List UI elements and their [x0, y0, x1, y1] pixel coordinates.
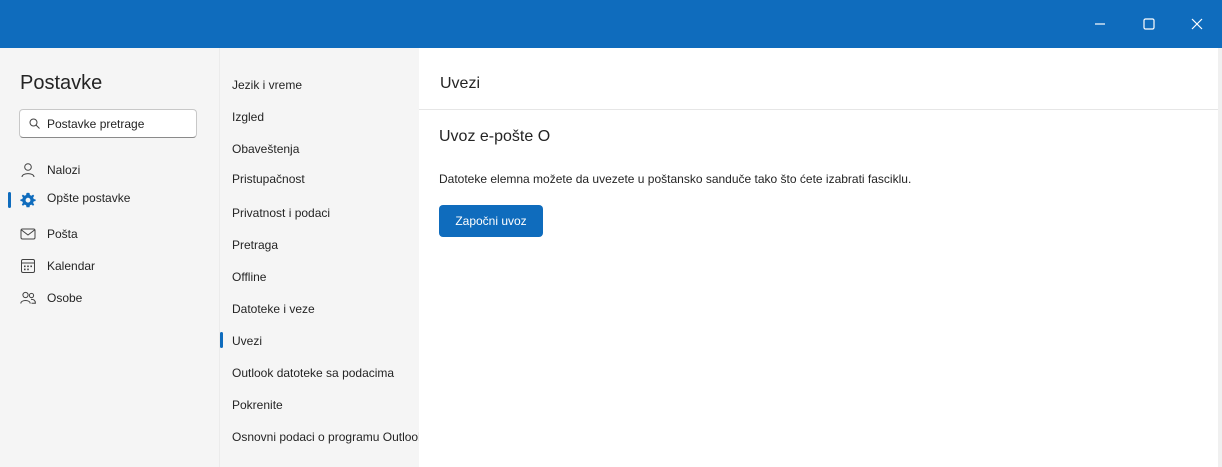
maximize-icon: [1143, 18, 1155, 30]
sidebar-item-label: Osobe: [47, 291, 83, 305]
section-title: Uvoz e-pošte O: [439, 128, 551, 145]
content-header: Uvezi: [419, 48, 1218, 110]
settings-content: Uvezi Uvoz e-pošte O Datoteke elemna mož…: [419, 48, 1218, 467]
sidebar-item-label: Opšte postavke: [47, 191, 131, 205]
subnav-item-search[interactable]: Pretraga: [220, 230, 420, 258]
sidebar-item-people[interactable]: Osobe: [0, 284, 219, 312]
subnav-item-label: Privatnost i podaci: [232, 206, 331, 220]
calendar-icon: [21, 259, 35, 273]
start-import-button[interactable]: Započni uvoz: [439, 205, 543, 237]
sidebar-item-accounts[interactable]: Nalozi: [0, 156, 219, 184]
sidebar-item-label: Pošta: [47, 227, 78, 241]
page-title: Uvezi: [440, 75, 481, 92]
subnav-item-label: Izgled: [232, 110, 265, 124]
subnav-item-language-time[interactable]: Jezik i vreme: [220, 70, 420, 98]
subnav-item-label: Outlook datoteke sa podacima: [232, 366, 395, 380]
subnav-item-label: Osnovni podaci o programu Outlook: [232, 430, 425, 444]
settings-sidebar: Postavke Nalozi Opšte postavke Pošta: [0, 48, 219, 467]
sidebar-item-label: Kalendar: [47, 259, 96, 273]
subnav-item-files-links[interactable]: Datoteke i veze: [220, 294, 420, 322]
search-icon: [29, 118, 40, 129]
subnav-item-accessibility[interactable]: Pristupačnost: [220, 164, 420, 192]
close-button[interactable]: [1185, 12, 1209, 36]
mail-icon: [20, 228, 36, 240]
subnav-item-label: Pretraga: [232, 238, 279, 252]
subnav-item-label: Datoteke i veze: [232, 302, 315, 316]
subnav-item-offline[interactable]: Offline: [220, 262, 420, 290]
subnav-item-data-files[interactable]: Outlook datoteke sa podacima: [220, 358, 420, 386]
subnav-item-notifications[interactable]: Obaveštenja: [220, 134, 420, 162]
window-edge: [1218, 48, 1222, 467]
search-input[interactable]: [47, 115, 192, 133]
person-icon: [21, 163, 35, 178]
subnav-item-startup[interactable]: Pokrenite: [220, 390, 420, 418]
subnav-item-import[interactable]: Uvezi: [220, 326, 420, 354]
general-settings-subnav: Jezik i vreme Izgled Obaveštenja Pristup…: [219, 48, 424, 467]
settings-search-box[interactable]: [19, 109, 197, 138]
minimize-icon: [1095, 23, 1105, 25]
subnav-item-privacy[interactable]: Privatnost i podaci: [220, 198, 420, 226]
sidebar-item-general[interactable]: Opšte postavke: [0, 186, 219, 214]
subnav-item-appearance[interactable]: Izgled: [220, 102, 420, 130]
section-description: Datoteke elemna možete da uvezete u pošt…: [439, 172, 912, 186]
selection-indicator: [220, 332, 223, 348]
minimize-button[interactable]: [1088, 12, 1112, 36]
subnav-item-label: Jezik i vreme: [232, 78, 303, 92]
sidebar-item-calendar[interactable]: Kalendar: [0, 252, 219, 280]
selection-indicator: [8, 192, 11, 208]
sidebar-item-mail[interactable]: Pošta: [0, 220, 219, 248]
close-icon: [1191, 18, 1203, 30]
subnav-item-label: Offline: [232, 270, 267, 284]
subnav-item-label: Pokrenite: [232, 398, 283, 412]
subnav-item-label: Uvezi: [232, 334, 263, 348]
settings-title: Postavke: [20, 72, 103, 94]
subnav-item-label: Obaveštenja: [232, 142, 300, 156]
gear-icon: [20, 192, 36, 208]
maximize-button[interactable]: [1137, 12, 1161, 36]
sidebar-item-label: Nalozi: [47, 163, 81, 177]
people-icon: [20, 291, 36, 304]
subnav-item-label: Pristupačnost: [232, 172, 305, 186]
title-bar: [0, 0, 1222, 48]
subnav-item-about[interactable]: Osnovni podaci o programu Outlook: [220, 422, 424, 450]
